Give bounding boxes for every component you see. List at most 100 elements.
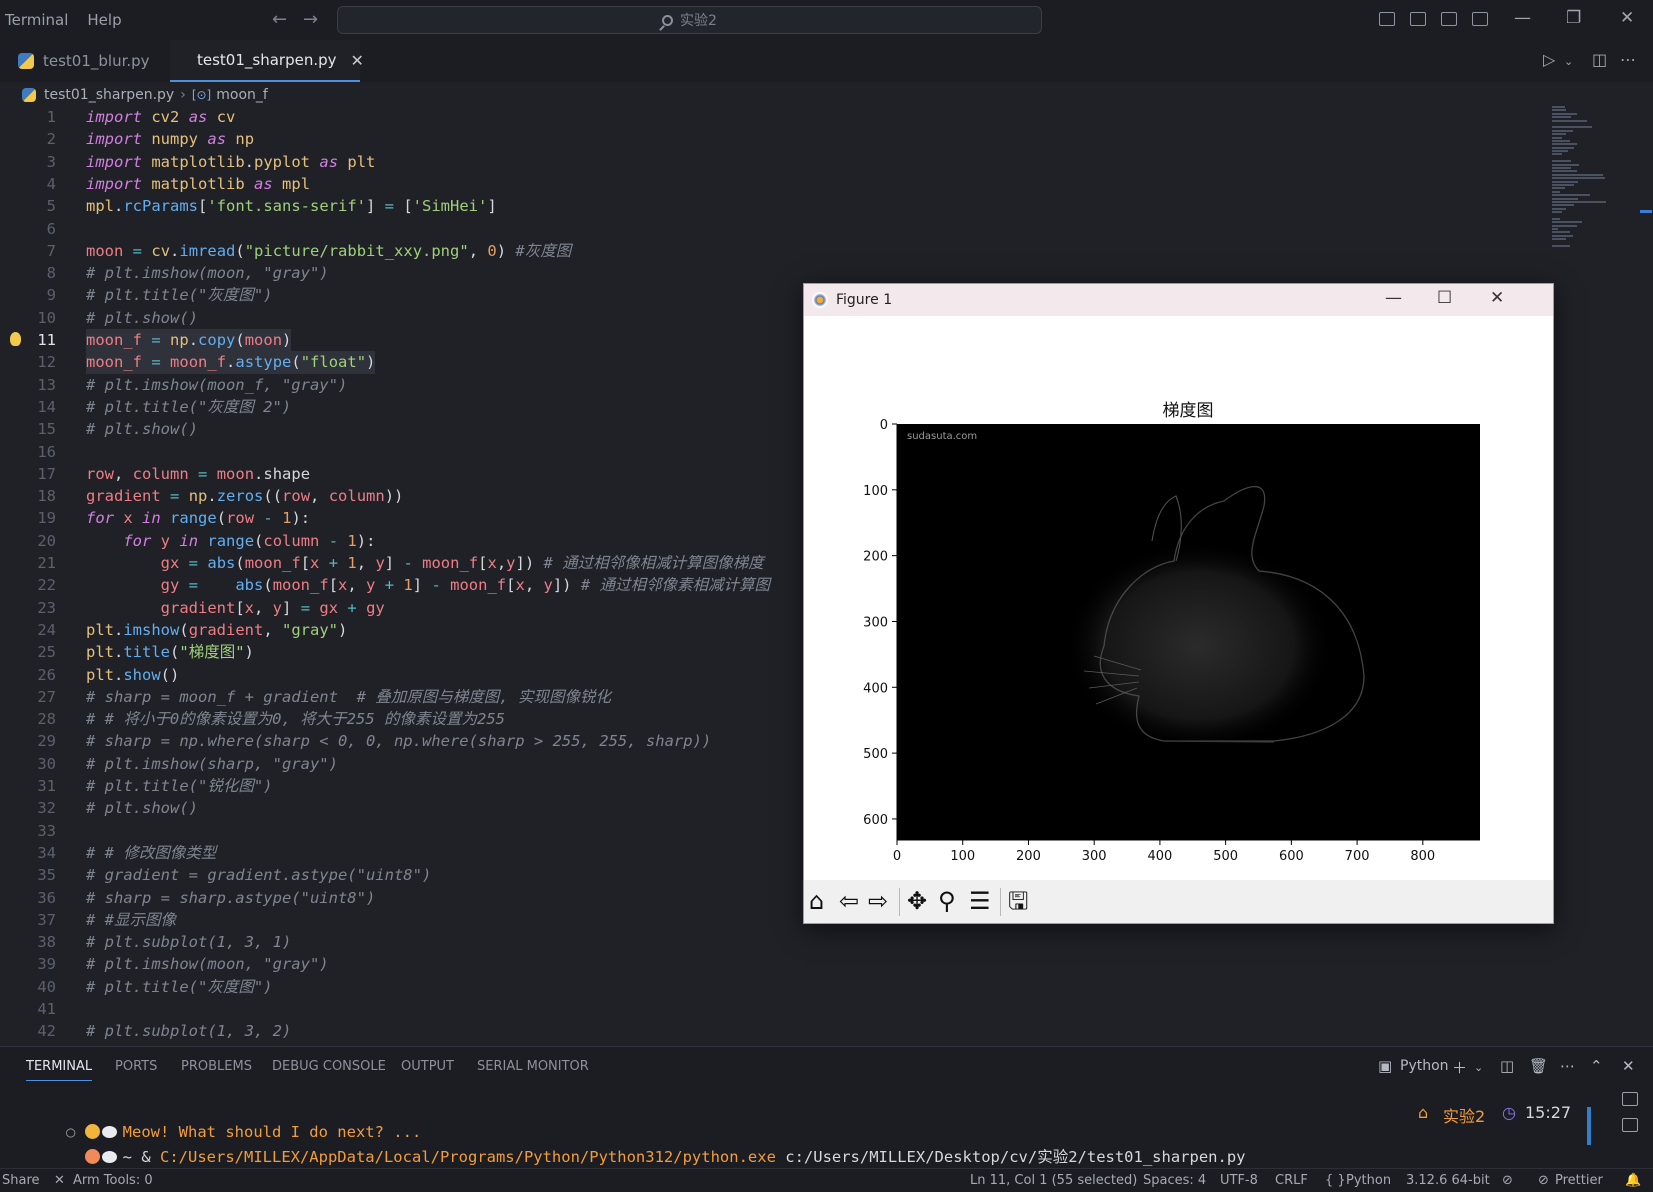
tab-debug-console[interactable]: DEBUG CONSOLE: [272, 1059, 386, 1074]
vscode-window: Terminal Help ← → 实验2 — ❐ ✕ test01_blur.…: [0, 0, 1653, 1192]
breadcrumb-symbol[interactable]: moon_f: [216, 87, 268, 103]
pan-icon[interactable]: ✥: [907, 888, 927, 914]
minimap-line: [1552, 190, 1560, 193]
breadcrumb-file[interactable]: test01_sharpen.py: [44, 87, 174, 103]
more-actions-icon[interactable]: ⋯: [1620, 50, 1636, 69]
code-line[interactable]: 5 mpl.rcParams['font.sans-serif'] = ['Sim…: [0, 195, 1540, 217]
line-number: 27: [37, 687, 56, 706]
code-text: # plt.show(): [86, 308, 198, 327]
copilot-icon[interactable]: ⊘: [1502, 1173, 1513, 1188]
customize-layout-icon[interactable]: [1472, 12, 1488, 26]
code-text: # sharp = np.where(sharp < 0, 0, np.wher…: [86, 732, 712, 751]
split-terminal-icon[interactable]: ◫: [1500, 1057, 1514, 1075]
menu-terminal[interactable]: Terminal: [5, 11, 68, 29]
lightbulb-icon[interactable]: [10, 332, 21, 346]
code-line[interactable]: 42 # plt.subplot(1, 3, 2): [0, 1020, 1540, 1042]
line-number: 26: [37, 665, 56, 684]
terminal-instance-icon[interactable]: [1622, 1118, 1638, 1132]
toggle-secondary-sidebar-icon[interactable]: [1441, 12, 1457, 26]
minimap-line: [1552, 167, 1572, 170]
maximize-panel-icon[interactable]: ⌃: [1590, 1057, 1603, 1075]
command-center-search[interactable]: 实验2: [337, 6, 1042, 34]
code-line[interactable]: 41: [0, 998, 1540, 1020]
configure-subplots-icon[interactable]: ☰: [969, 888, 991, 914]
close-panel-icon[interactable]: ✕: [1622, 1057, 1635, 1075]
code-line[interactable]: 39 # plt.imshow(moon, "gray"): [0, 953, 1540, 975]
tab-terminal[interactable]: TERMINAL: [26, 1059, 93, 1081]
status-arm-tools[interactable]: Arm Tools: 0: [73, 1173, 153, 1188]
python-file-icon: [22, 88, 36, 102]
back-icon[interactable]: ⇦: [839, 888, 859, 914]
status-indentation[interactable]: Spaces: 4: [1143, 1173, 1206, 1188]
tab-problems[interactable]: PROBLEMS: [181, 1059, 252, 1074]
minimize-window-icon[interactable]: —: [1514, 8, 1531, 28]
terminal-dropdown-icon[interactable]: ⌄: [1474, 1061, 1483, 1074]
close-tab-icon[interactable]: ✕: [351, 51, 364, 70]
terminal-instance-icon[interactable]: [1622, 1092, 1638, 1106]
home-icon[interactable]: ⌂: [809, 888, 824, 914]
code-text: # plt.title("灰度图"): [86, 286, 273, 305]
split-editor-icon[interactable]: ◫: [1592, 50, 1607, 69]
status-encoding[interactable]: UTF-8: [1220, 1173, 1258, 1188]
figure-canvas[interactable]: 梯度图 sudasuta.com 0 100 200 300 400 500 600 700 8…: [804, 316, 1553, 878]
run-python-icon[interactable]: ▷: [1543, 50, 1555, 69]
code-text: # gradient = gradient.astype("uint8"): [86, 866, 432, 885]
save-figure-icon[interactable]: 🖫: [1008, 888, 1028, 914]
tab-ports[interactable]: PORTS: [115, 1059, 157, 1074]
minimap-line: [1552, 153, 1562, 156]
status-language[interactable]: Python: [1346, 1173, 1391, 1188]
kill-terminal-icon[interactable]: 🗑: [1529, 1057, 1548, 1075]
tab-output[interactable]: OUTPUT: [401, 1059, 454, 1074]
search-label: 实验2: [680, 13, 717, 29]
x-tick-label: 400: [1147, 849, 1172, 864]
more-terminal-actions-icon[interactable]: ⋯: [1560, 1057, 1575, 1075]
code-text: # plt.title("灰度图"): [86, 977, 273, 996]
figure-minimize-icon[interactable]: —: [1385, 288, 1402, 308]
tab-test01-sharpen[interactable]: test01_sharpen.py ✕: [170, 40, 364, 82]
toggle-panel-icon[interactable]: [1410, 12, 1426, 26]
back-arrow-icon[interactable]: ←: [272, 9, 287, 30]
close-window-icon[interactable]: ✕: [1620, 8, 1634, 28]
minimap-line: [1552, 204, 1574, 207]
menu-help[interactable]: Help: [87, 11, 121, 29]
y-tick-label: 500: [863, 747, 888, 762]
code-line[interactable]: 1 import cv2 as cv: [0, 106, 1540, 128]
status-cursor-position[interactable]: Ln 11, Col 1 (55 selected): [970, 1173, 1137, 1188]
y-tick-label: 100: [863, 484, 888, 499]
line-number: 39: [37, 955, 56, 974]
tab-serial-monitor[interactable]: SERIAL MONITOR: [477, 1059, 589, 1074]
shell-label[interactable]: Python: [1400, 1058, 1449, 1074]
line-number: 11: [37, 331, 56, 349]
status-interpreter[interactable]: 3.12.6 64-bit: [1406, 1173, 1490, 1188]
code-line[interactable]: 3 import matplotlib.pyplot as plt: [0, 151, 1540, 173]
code-line[interactable]: 8 # plt.imshow(moon, "gray"): [0, 262, 1540, 284]
matplotlib-figure-window[interactable]: Figure 1 — ☐ ✕ 梯度图 sudasuta.com 0 100 20…: [803, 283, 1554, 924]
arm-tools-icon: ✕: [54, 1173, 65, 1188]
status-eol[interactable]: CRLF: [1275, 1173, 1308, 1188]
code-line[interactable]: 6: [0, 218, 1540, 240]
figure-maximize-icon[interactable]: ☐: [1437, 288, 1452, 308]
run-dropdown-icon[interactable]: ⌄: [1564, 55, 1573, 68]
line-number: 15: [37, 420, 56, 439]
figure-close-icon[interactable]: ✕: [1490, 288, 1504, 308]
notifications-bell-icon[interactable]: 🔔: [1625, 1173, 1641, 1188]
zoom-icon[interactable]: ⚲: [938, 888, 956, 914]
line-number: 40: [37, 977, 56, 996]
code-text: # plt.imshow(moon, "gray"): [86, 264, 329, 283]
forward-icon[interactable]: ⇨: [868, 888, 888, 914]
forward-arrow-icon[interactable]: →: [303, 9, 318, 30]
code-line[interactable]: 4 import matplotlib as mpl: [0, 173, 1540, 195]
restore-window-icon[interactable]: ❐: [1566, 8, 1581, 28]
status-prettier[interactable]: Prettier: [1555, 1173, 1603, 1188]
code-line[interactable]: 40 # plt.title("灰度图"): [0, 976, 1540, 998]
new-terminal-icon[interactable]: ＋: [1452, 1057, 1467, 1078]
code-line[interactable]: 38 # plt.subplot(1, 3, 1): [0, 931, 1540, 953]
minimap[interactable]: [1552, 106, 1616, 248]
toggle-sidebar-icon[interactable]: [1379, 12, 1395, 26]
code-line[interactable]: 7 moon = cv.imread("picture/rabbit_xxy.pn…: [0, 240, 1540, 262]
status-bar: Share ✕ Arm Tools: 0 Ln 11, Col 1 (55 se…: [0, 1168, 1653, 1192]
code-text: plt.title("梯度图"): [86, 643, 254, 662]
code-line[interactable]: 2 import numpy as np: [0, 128, 1540, 150]
status-share[interactable]: Share: [2, 1173, 40, 1188]
tab-test01-blur[interactable]: test01_blur.py: [0, 40, 170, 82]
